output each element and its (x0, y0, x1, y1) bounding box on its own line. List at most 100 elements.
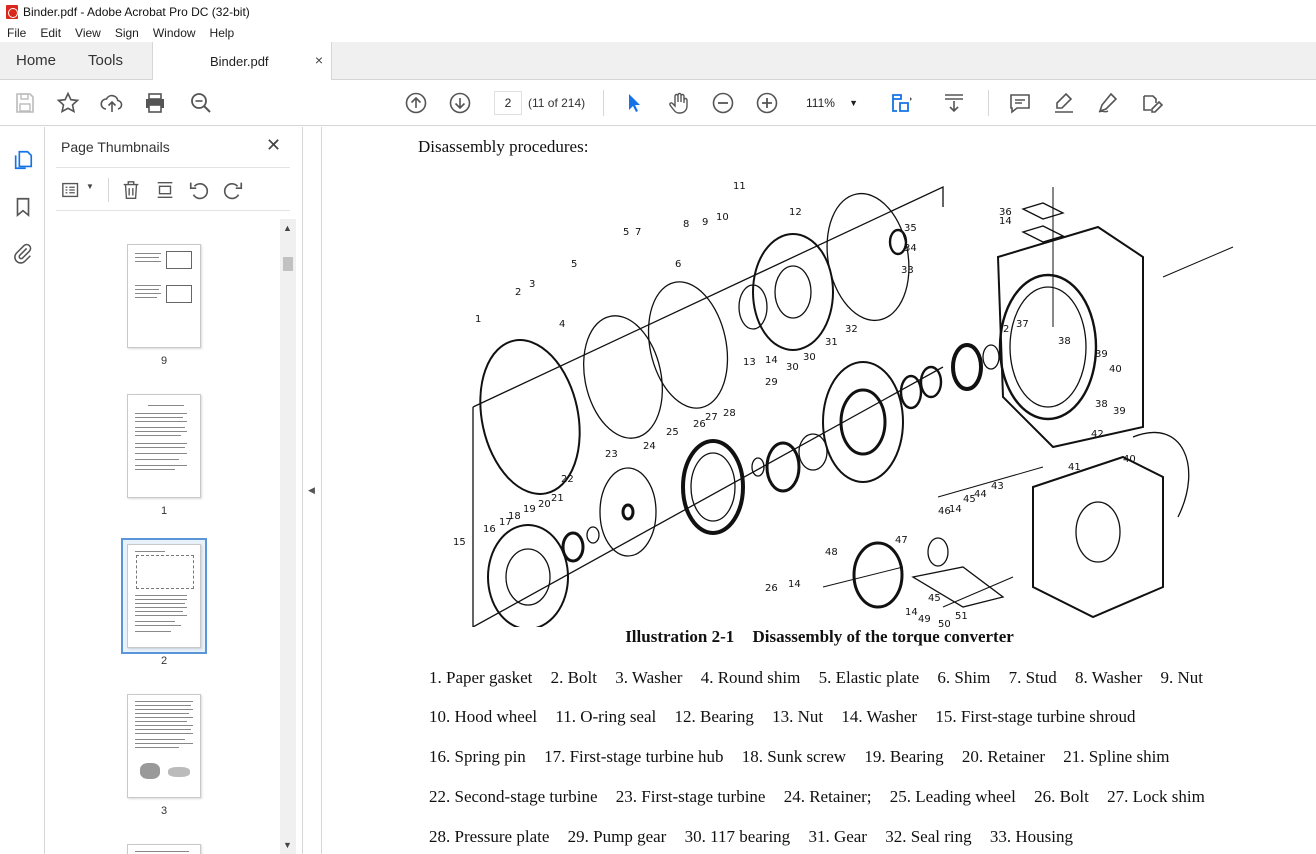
rotate-left-icon[interactable] (187, 178, 211, 202)
diagram-callout: 41 (1068, 462, 1081, 473)
diagram-callout: 32 (845, 324, 858, 335)
sign-icon[interactable] (1094, 89, 1122, 117)
chevron-up-icon[interactable]: ▲ (283, 223, 292, 233)
thumbnail-scrollbar[interactable]: ▲ ▼ (280, 219, 296, 854)
legend-item: 12. Bearing (674, 707, 754, 726)
thumbnail-label: 3 (160, 805, 168, 817)
legend-item: 20. Retainer (961, 747, 1046, 766)
print-icon[interactable] (141, 89, 169, 117)
diagram-callout: 14 (905, 607, 918, 618)
zoom-out-icon[interactable] (709, 89, 737, 117)
legend-item: 19. Bearing (864, 747, 944, 766)
attachment-icon[interactable] (10, 240, 36, 266)
menu-view[interactable]: View (68, 26, 108, 40)
legend-item: 14. Washer (841, 707, 918, 726)
diagram-callout: 43 (991, 481, 1004, 492)
diagram-callout: 27 (705, 412, 718, 423)
zoom-in-icon[interactable] (753, 89, 781, 117)
exploded-diagram: 123455678 9 10111213 141516171819 2021222324… (453, 181, 1234, 627)
options-menu-icon[interactable] (60, 178, 84, 202)
hand-icon[interactable] (665, 89, 693, 117)
menu-sign[interactable]: Sign (108, 26, 146, 40)
highlight-icon[interactable] (1050, 89, 1078, 117)
save-icon[interactable] (11, 89, 39, 117)
panel-splitter[interactable]: ◀ (302, 127, 322, 854)
chevron-down-icon[interactable]: ▼ (86, 182, 94, 191)
legend-row-4: 22. Second-stage turbine 23. First-stage… (429, 787, 1219, 807)
diagram-callout: 38 (1058, 336, 1071, 347)
collapse-panel-icon[interactable]: ◀ (308, 485, 315, 496)
rotate-right-icon[interactable] (221, 178, 245, 202)
legend-item: 8. Washer (1075, 668, 1143, 687)
page-thumbnail[interactable] (127, 394, 201, 498)
caption-number: Illustration 2-1 (625, 627, 735, 646)
diagram-callout: 39 (1095, 349, 1108, 360)
legend-item: 10. Hood wheel (429, 707, 538, 726)
diagram-callout: 45 (928, 593, 941, 604)
legend-item: 31. Gear (808, 827, 867, 846)
menu-file[interactable]: File (0, 26, 33, 40)
legend-item: 5. Elastic plate (818, 668, 920, 687)
diagram-callout: 13 (743, 357, 756, 368)
page-thumbnail-selected[interactable] (127, 544, 201, 648)
diagram-callout: 19 (523, 504, 536, 515)
star-icon[interactable] (54, 89, 82, 117)
legend-item: 24. Retainer; (783, 787, 872, 806)
prev-page-icon[interactable] (402, 89, 430, 117)
extract-pages-icon[interactable] (153, 178, 177, 202)
next-page-icon[interactable] (446, 89, 474, 117)
toolbar-divider (988, 90, 989, 116)
diagram-callout: 6 (675, 259, 681, 270)
diagram-callout: 34 (904, 243, 917, 254)
comment-icon[interactable] (1006, 89, 1034, 117)
search-zoom-icon[interactable] (187, 89, 215, 117)
diagram-callout: 28 (723, 408, 736, 419)
panel-title: Page Thumbnails (61, 139, 170, 155)
menu-edit[interactable]: Edit (33, 26, 68, 40)
scroll-mode-icon[interactable] (940, 89, 968, 117)
legend-item: 25. Leading wheel (889, 787, 1016, 806)
diagram-callout: 12 (789, 207, 802, 218)
upload-icon[interactable] (98, 89, 126, 117)
diagram-callout: 1 (475, 314, 481, 325)
diagram-callout: 44 (974, 489, 987, 500)
page-thumbnail[interactable] (127, 694, 201, 798)
diagram-callout: 35 (904, 223, 917, 234)
diagram-callout: 2 (1003, 324, 1009, 335)
thumbnail-label: 2 (160, 655, 168, 667)
tab-home[interactable]: Home (16, 42, 56, 80)
close-icon[interactable]: ✕ (266, 135, 281, 156)
page-thumbnails-icon[interactable] (10, 147, 36, 173)
page-thumbnail[interactable] (127, 844, 201, 854)
fill-sign-icon[interactable] (1138, 89, 1166, 117)
figure-caption: Illustration 2-1 Disassembly of the torq… (323, 627, 1316, 647)
zoom-dropdown[interactable]: 111% ▼ (796, 91, 864, 115)
legend-item: 33. Housing (989, 827, 1073, 846)
diagram-callout: 29 (765, 377, 778, 388)
bookmark-icon[interactable] (10, 194, 36, 220)
legend-item: 3. Washer (615, 668, 683, 687)
chevron-down-icon[interactable]: ▼ (283, 840, 292, 850)
page-number-input[interactable]: 2 (494, 91, 522, 115)
tab-tools[interactable]: Tools (88, 42, 123, 80)
chevron-down-icon: ▼ (849, 98, 858, 108)
fit-page-icon[interactable] (888, 89, 916, 117)
zoom-value: 111% (806, 96, 835, 110)
diagram-callout: 42 (1091, 429, 1104, 440)
delete-icon[interactable] (119, 178, 143, 202)
diagram-callout: 8 (683, 219, 689, 230)
diagram-callout: 14 (999, 216, 1012, 227)
legend-item: 21. Spline shim (1063, 747, 1170, 766)
menu-window[interactable]: Window (146, 26, 203, 40)
close-tab-icon[interactable]: × (315, 52, 323, 68)
menu-help[interactable]: Help (203, 26, 242, 40)
diagram-callout: 30 (803, 352, 816, 363)
tab-document[interactable]: Binder.pdf × (152, 42, 332, 81)
page-thumbnail[interactable] (127, 244, 201, 348)
menu-bar: File Edit View Sign Window Help (0, 24, 1316, 42)
diagram-callout: 2 (515, 287, 521, 298)
select-cursor-icon[interactable] (620, 89, 648, 117)
scrollbar-thumb[interactable] (283, 257, 293, 271)
tab-bar: Home Tools Binder.pdf × (0, 42, 1316, 81)
thumbnail-label: 9 (160, 355, 168, 367)
